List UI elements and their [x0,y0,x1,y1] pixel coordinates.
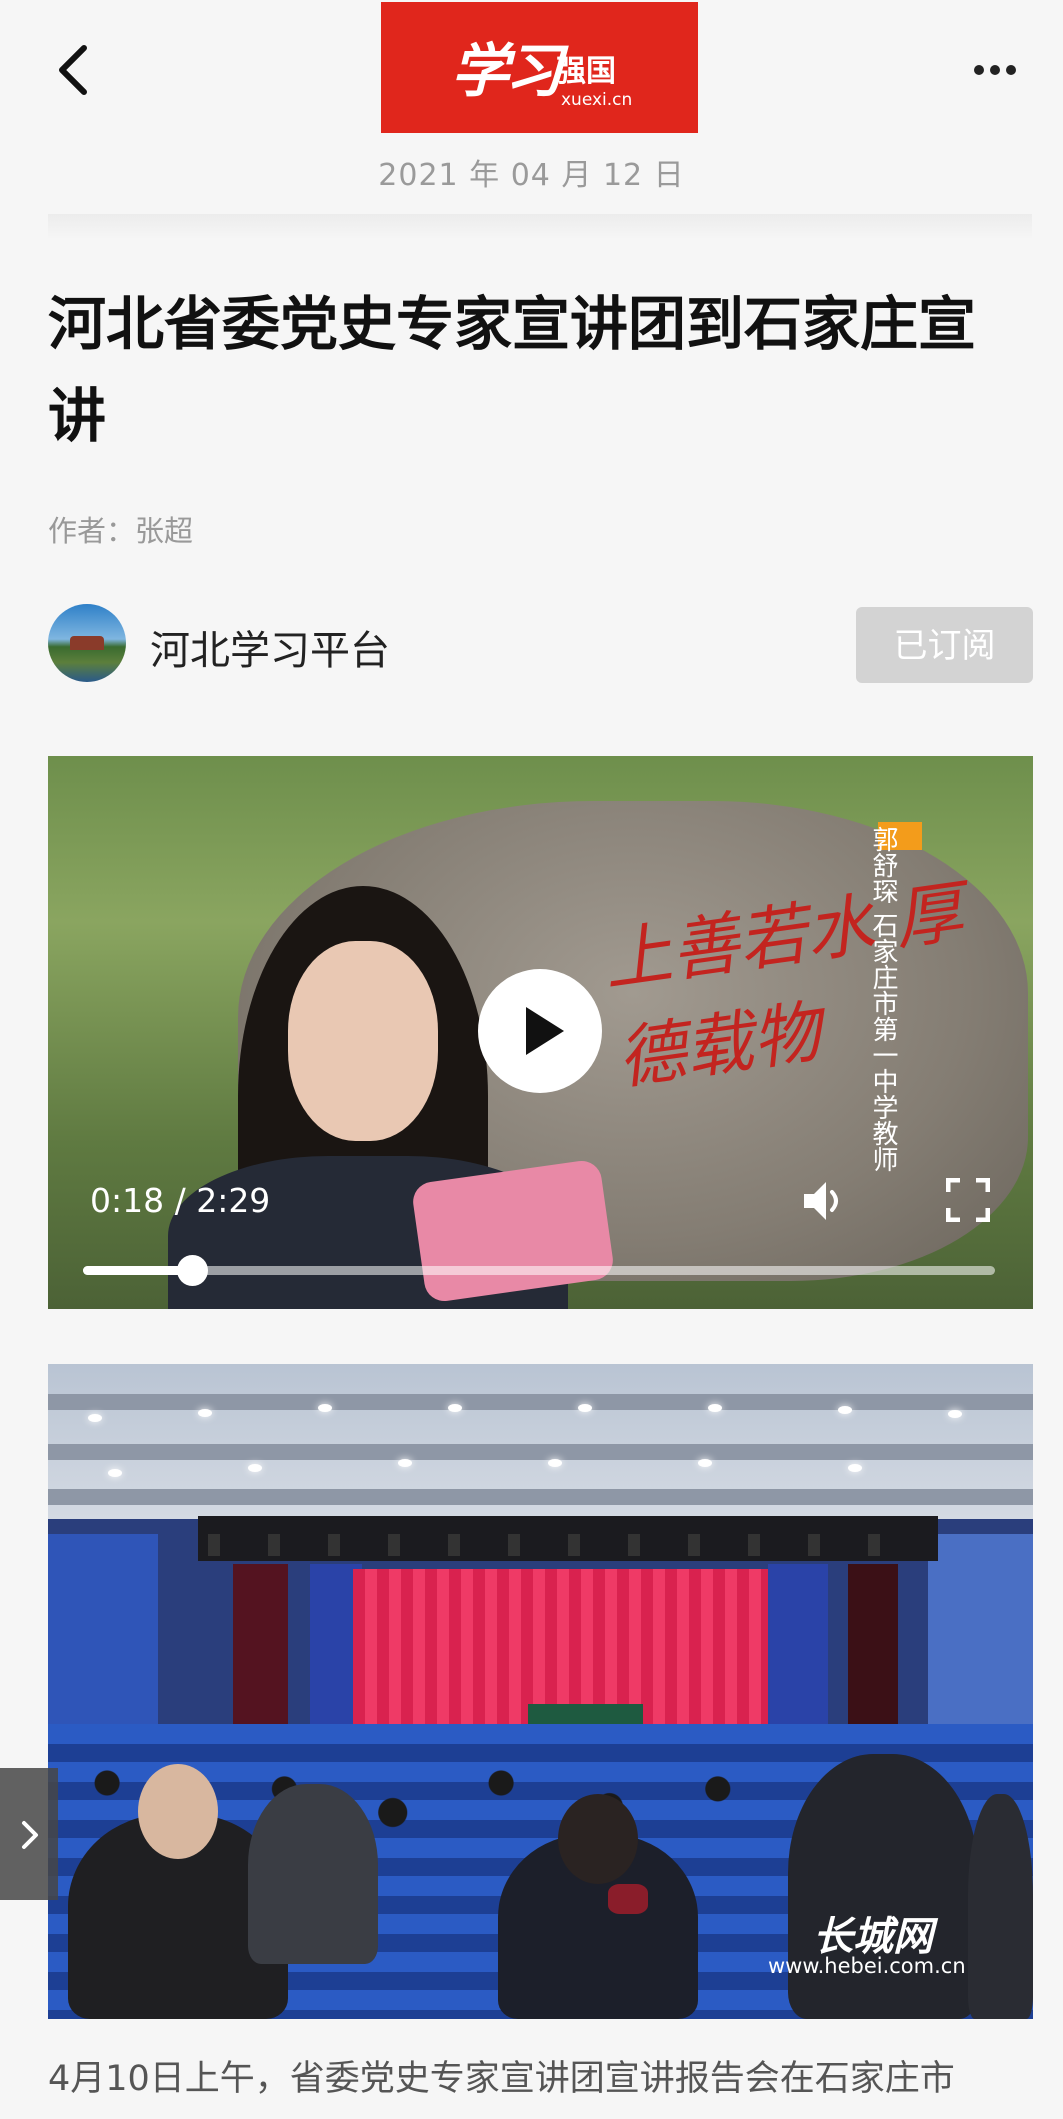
fullscreen-button[interactable] [945,1177,991,1223]
speaker-name: 郭舒琛 [868,826,898,904]
speaker-face [288,941,438,1141]
logo-url-text: xuexi.cn [561,90,633,110]
video-player[interactable]: 上善若水 厚德载物 郭舒琛 石家庄市第一中学教师 0:18 / 2:29 [48,756,1033,1309]
subscribe-button[interactable]: 已订阅 [856,607,1033,683]
watermark-url: www.hebei.com.cn [768,1954,966,1978]
back-button[interactable] [48,40,98,100]
xuexi-logo: 学习 强国 xuexi.cn [381,2,698,133]
article-photo: 长城网 www.hebei.com.cn [48,1364,1033,2019]
logo-main-text: 学习 [451,37,563,105]
channel-avatar[interactable] [48,604,126,682]
chevron-left-icon [59,45,87,95]
logo-sub-text: 强国 [556,54,616,89]
article-body-text: 4月10日上午，省委党史专家宣讲团宣讲报告会在石家庄市 [48,2059,955,2099]
side-expand-button[interactable] [0,1768,58,1900]
more-dot-icon [1006,65,1016,75]
header-divider [48,214,1032,240]
volume-button[interactable] [800,1176,850,1226]
play-button[interactable] [478,969,602,1093]
chevron-right-icon [22,1821,38,1849]
video-time: 0:18 / 2:29 [90,1181,271,1220]
channel-name[interactable]: 河北学习平台 [150,618,390,676]
video-progress-fill [83,1266,193,1275]
more-options-button[interactable] [974,60,1034,80]
stage-curtain [353,1569,768,1724]
microphone [410,1158,616,1304]
article-author: 作者：张超 [48,514,194,548]
article-title: 河北省委党史专家宣讲团到石家庄宣讲 [48,290,977,450]
more-dot-icon [974,65,984,75]
publish-date: 2021 年 04 月 12 日 [378,158,685,193]
more-dot-icon [990,65,1000,75]
fullscreen-icon [945,1177,991,1223]
video-progress-bar[interactable] [83,1255,995,1286]
speaker-title: 石家庄市第一中学教师 [868,912,898,1173]
volume-icon [804,1182,838,1220]
speaker-caption: 郭舒琛 石家庄市第一中学教师 [868,826,898,1172]
